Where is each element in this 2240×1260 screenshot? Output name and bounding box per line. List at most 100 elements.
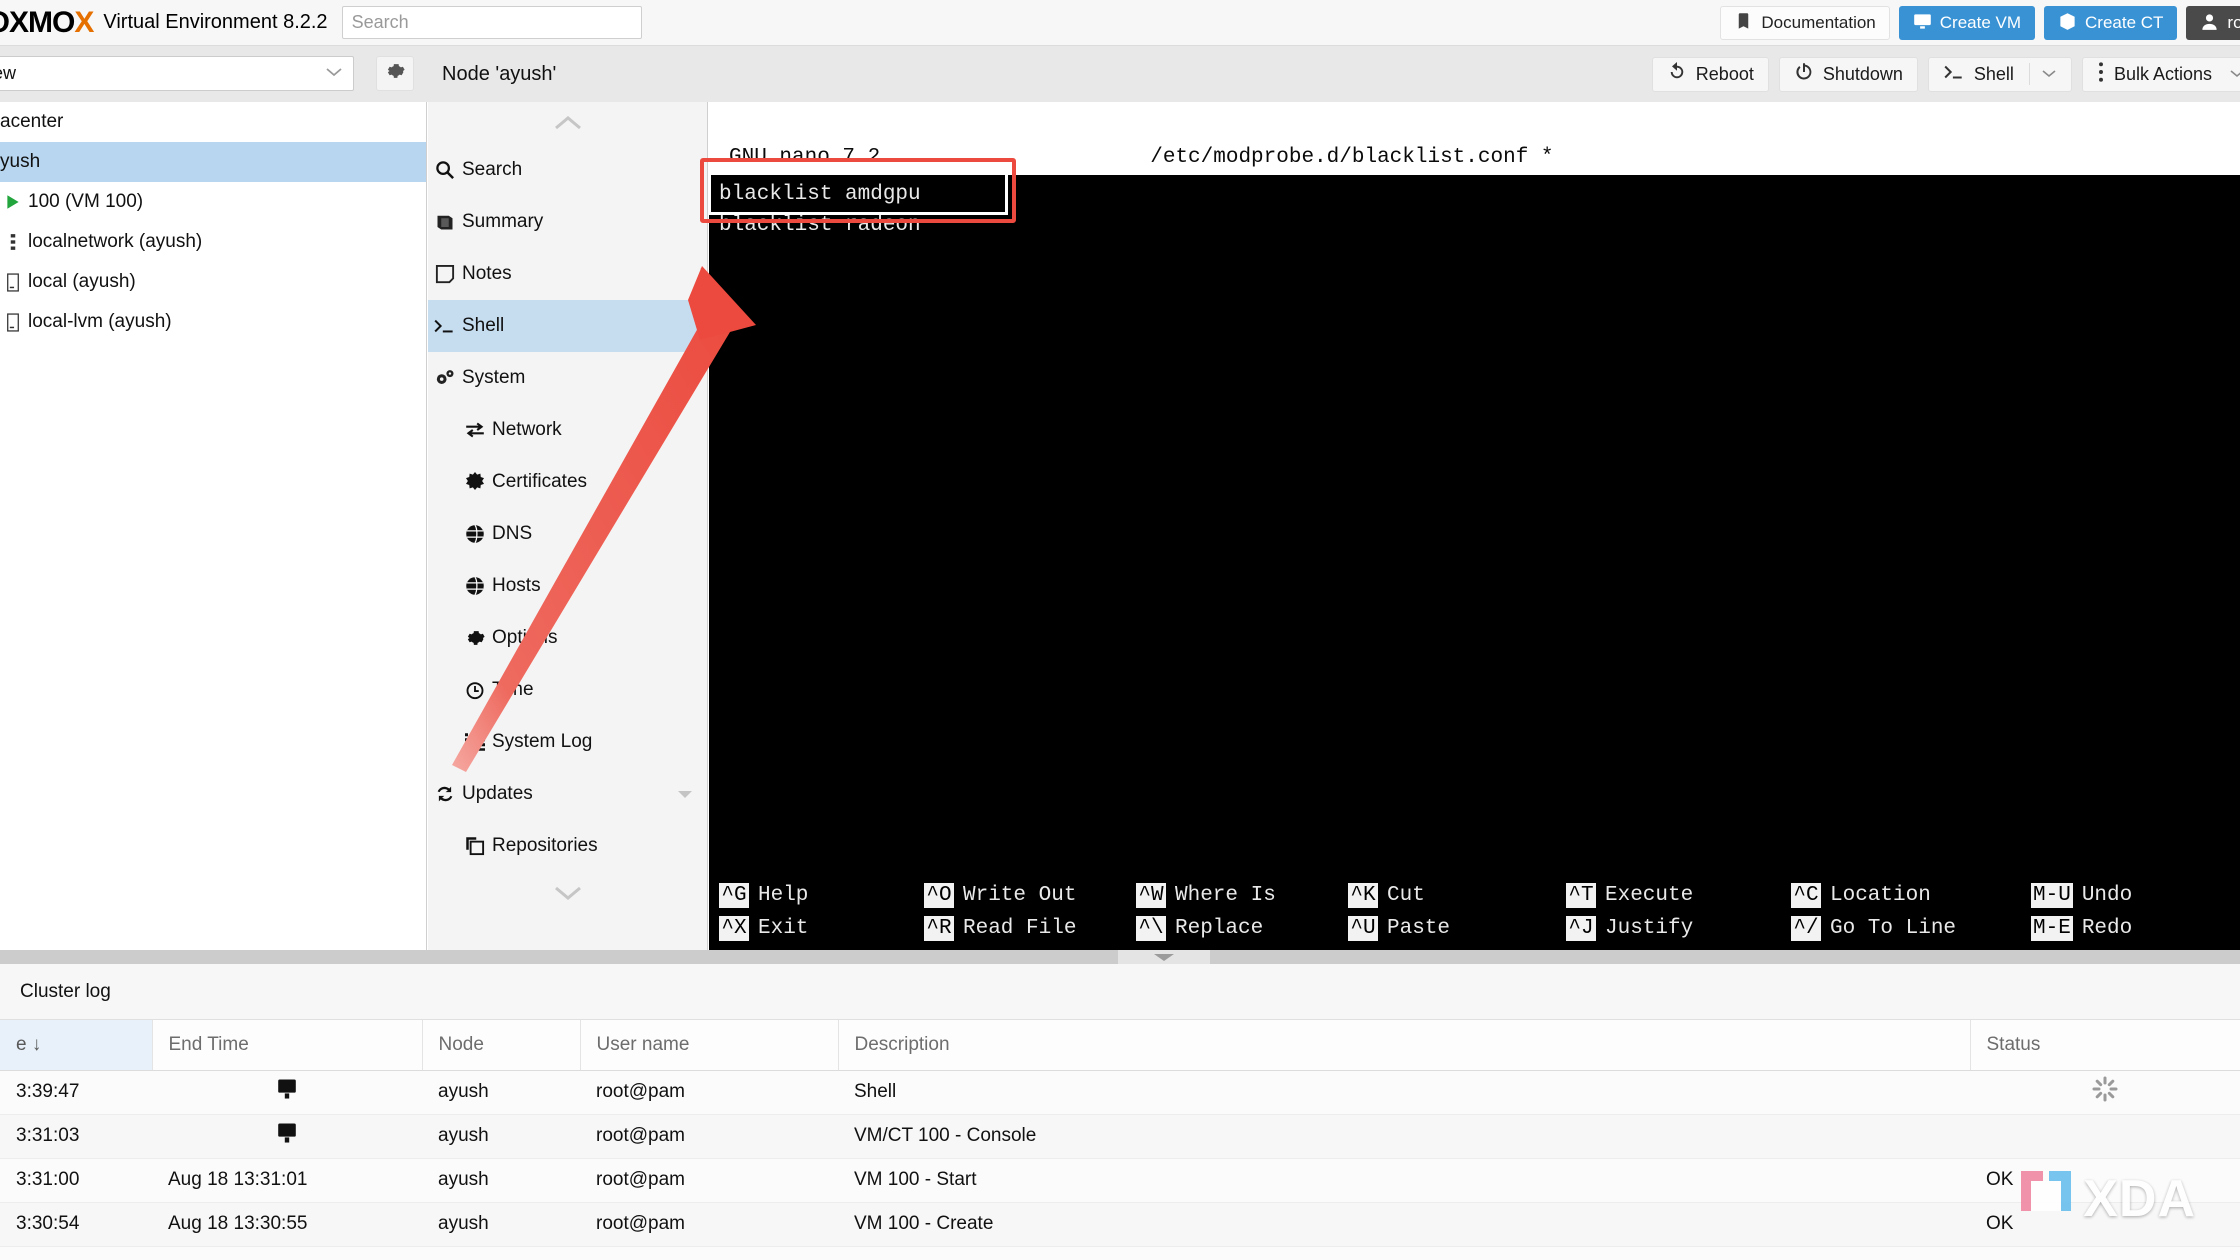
shortcut-row[interactable]: ^O Write Out — [924, 880, 1136, 911]
search-input[interactable]: Search — [341, 6, 642, 39]
menu-item-hosts[interactable]: Hosts — [428, 560, 707, 612]
resource-tree: acenter yush 100 (VM 100) localnetwork (… — [0, 102, 427, 950]
globe-icon — [458, 524, 492, 544]
panel-splitter[interactable] — [0, 950, 2240, 964]
shell-terminal[interactable]: GNU nano 7.2 /etc/modprobe.d/blacklist.c… — [709, 139, 2240, 950]
xda-bracket-icon — [2015, 1165, 2077, 1232]
cell-description: VM/CT 100 - Console — [838, 1114, 1970, 1159]
chevron-down-icon[interactable] — [677, 787, 693, 802]
reboot-button[interactable]: Reboot — [1651, 56, 1769, 92]
shortcut-label: Replace — [1175, 917, 1264, 940]
gear-icon — [385, 61, 405, 86]
tree-item-localnetwork[interactable]: localnetwork (ayush) — [0, 222, 426, 262]
table-row[interactable]: 3:30:54 Aug 18 13:30:55 ayush root@pam V… — [0, 1202, 2240, 1247]
column-header-end-time[interactable]: End Time — [152, 1020, 423, 1071]
shortcut-row[interactable]: ^K Cut — [1348, 880, 1566, 911]
table-row[interactable]: 3:39:47 ayush root@pam Shell — [0, 1070, 2240, 1115]
shortcut-row[interactable]: M-U Undo — [2031, 880, 2211, 911]
column-header-description[interactable]: Description — [838, 1020, 1971, 1071]
menu-item-repositories[interactable]: Repositories — [428, 820, 707, 872]
table-row[interactable]: 3:31:03 ayush root@pam VM/CT 100 - Conso… — [0, 1114, 2240, 1159]
cell-start-time: 3:39:47 — [0, 1070, 152, 1115]
table-row[interactable]: 3:31:00 Aug 18 13:31:01 ayush root@pam V… — [0, 1158, 2240, 1203]
tree-item-vm-100[interactable]: 100 (VM 100) — [0, 182, 426, 222]
create-vm-button[interactable]: Create VM — [1898, 6, 2035, 40]
chevron-down-icon[interactable] — [2041, 66, 2057, 83]
copy-icon — [458, 836, 492, 856]
menu-item-dns[interactable]: DNS — [428, 508, 707, 560]
menu-item-time[interactable]: Time — [428, 664, 707, 716]
cell-start-time: 3:31:00 — [0, 1158, 152, 1203]
create-ct-button[interactable]: Create CT — [2044, 6, 2178, 40]
chevron-down-icon[interactable] — [2229, 66, 2240, 83]
shortcut-row[interactable]: ^G Help — [719, 880, 924, 911]
menu-item-label: System Log — [492, 731, 593, 752]
nano-filename-label: /etc/modprobe.d/blacklist.conf * — [1150, 145, 1554, 169]
shortcut-column: ^C Location ^/ Go To Line — [1791, 880, 2031, 950]
page-title: Node 'ayush' — [442, 62, 557, 85]
shortcut-row[interactable]: M-E Redo — [2031, 913, 2211, 944]
shortcut-row[interactable]: ^/ Go To Line — [1791, 913, 2031, 944]
shortcut-row[interactable]: ^U Paste — [1348, 913, 1566, 944]
bulk-actions-button[interactable]: Bulk Actions — [2081, 56, 2240, 92]
shortcut-column: ^G Help ^X Exit — [719, 880, 924, 950]
column-header-status[interactable]: Status — [1970, 1020, 2240, 1071]
shortcut-row[interactable]: ^R Read File — [924, 913, 1136, 944]
shortcut-key: ^J — [1566, 916, 1596, 941]
gears-icon — [428, 368, 462, 388]
menu-item-updates[interactable]: Updates — [428, 768, 707, 820]
shortcut-row[interactable]: ^T Execute — [1566, 880, 1791, 911]
view-selector[interactable]: ew — [0, 56, 354, 91]
shortcut-row[interactable]: ^\ Replace — [1136, 913, 1348, 944]
cell-start-time: 3:31:03 — [0, 1114, 152, 1159]
logo-text: ROXMO — [0, 5, 75, 39]
monitor-icon — [1913, 12, 1932, 34]
menu-item-system[interactable]: System — [428, 352, 707, 404]
shortcut-label: Redo — [2081, 917, 2133, 940]
menu-item-search[interactable]: Search — [428, 144, 707, 196]
tree-item-node-ayush[interactable]: yush — [0, 142, 426, 182]
shortcut-row[interactable]: ^C Location — [1791, 880, 2031, 911]
documentation-button[interactable]: Documentation — [1720, 6, 1890, 40]
cell-user: root@pam — [580, 1070, 838, 1115]
column-header-node[interactable]: Node — [422, 1020, 581, 1071]
menu-scroll-up-button[interactable] — [428, 102, 707, 144]
column-header-start-time[interactable]: e ↓ — [0, 1020, 153, 1071]
user-menu-button[interactable]: roo — [2186, 6, 2240, 40]
cell-description: VM 100 - Start — [838, 1158, 1970, 1203]
menu-item-options[interactable]: Options — [428, 612, 707, 664]
collapse-panel-button[interactable] — [1118, 950, 1210, 964]
chevron-down-icon[interactable] — [677, 371, 693, 386]
menu-scroll-down-button[interactable] — [428, 872, 707, 914]
menu-item-label: Time — [492, 679, 534, 700]
shortcut-key: M-U — [2031, 883, 2073, 908]
menu-item-certificates[interactable]: Certificates — [428, 456, 707, 508]
cell-user: root@pam — [580, 1202, 838, 1247]
cell-node: ayush — [422, 1202, 580, 1247]
shortcut-key: ^/ — [1791, 916, 1821, 941]
tree-item-local-lvm-storage[interactable]: local-lvm (ayush) — [0, 302, 426, 342]
menu-item-label: Certificates — [492, 471, 588, 492]
column-header-user-name[interactable]: User name — [580, 1020, 839, 1071]
menu-item-summary[interactable]: Summary — [428, 196, 707, 248]
settings-gear-button[interactable] — [376, 56, 414, 91]
shortcut-label: Justify — [1605, 917, 1694, 940]
shortcut-row[interactable]: ^W Where Is — [1136, 880, 1348, 911]
menu-item-network[interactable]: Network — [428, 404, 707, 456]
shell-button[interactable]: Shell — [1927, 56, 2072, 92]
tree-item-datacenter[interactable]: acenter — [0, 102, 426, 142]
menu-item-system-log[interactable]: System Log — [428, 716, 707, 768]
documentation-label: Documentation — [1761, 13, 1876, 32]
menu-item-label: Options — [492, 627, 558, 648]
nano-editor-body[interactable]: blacklist amdgpu blacklist radeon — [709, 175, 2240, 885]
shortcut-row[interactable]: ^J Justify — [1566, 913, 1791, 944]
shutdown-button[interactable]: Shutdown — [1778, 56, 1918, 92]
monitor-icon — [275, 1079, 299, 1105]
view-selector-value: ew — [0, 63, 17, 83]
nano-shortcut-bar: ^G Help ^X Exit ^O Write Out ^R Read File ^W… — [709, 875, 2240, 950]
tree-item-local-storage[interactable]: local (ayush) — [0, 262, 426, 302]
shortcut-row[interactable]: ^X Exit — [719, 913, 924, 944]
menu-item-notes[interactable]: Notes — [428, 248, 707, 300]
cell-node: ayush — [422, 1070, 580, 1115]
menu-item-shell[interactable]: Shell — [428, 300, 707, 352]
